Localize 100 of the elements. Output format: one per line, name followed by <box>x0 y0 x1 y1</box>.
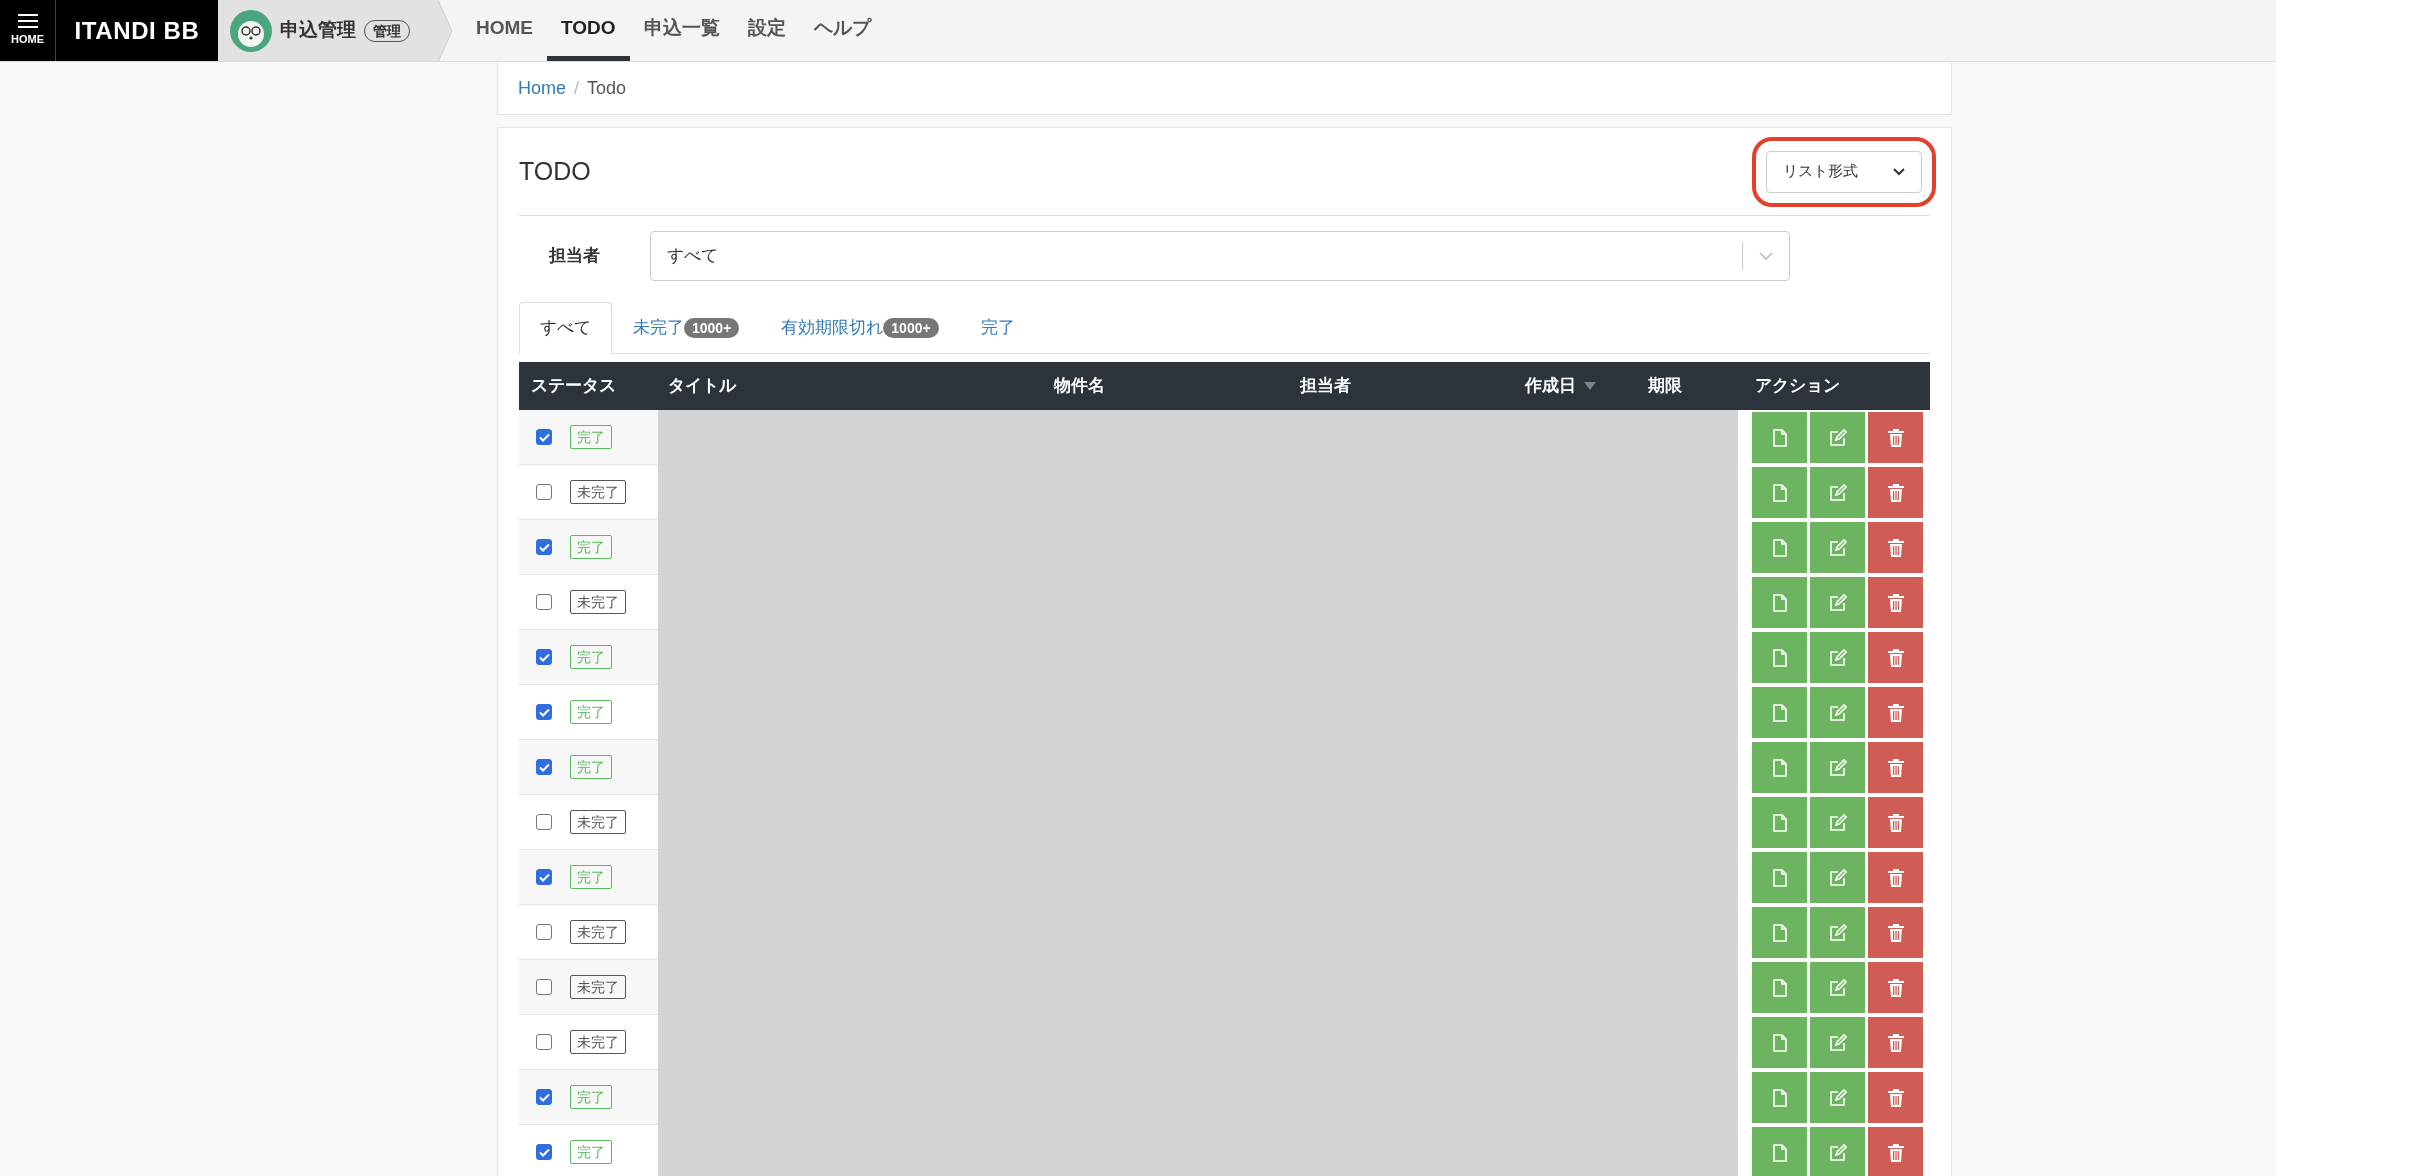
delete-button[interactable] <box>1868 852 1923 903</box>
row-checkbox[interactable] <box>536 649 552 665</box>
document-icon <box>1772 868 1787 887</box>
document-icon <box>1772 1143 1787 1162</box>
delete-button[interactable] <box>1868 742 1923 793</box>
breadcrumb-link[interactable]: Home <box>518 74 566 102</box>
row-checkbox[interactable] <box>536 704 552 720</box>
edit-button[interactable] <box>1810 632 1865 683</box>
edit-button[interactable] <box>1810 1072 1865 1123</box>
edit-button[interactable] <box>1810 412 1865 463</box>
edit-button[interactable] <box>1810 1127 1865 1176</box>
edit-button[interactable] <box>1810 852 1865 903</box>
chevron-down-icon <box>1759 252 1773 260</box>
edit-button[interactable] <box>1810 467 1865 518</box>
trash-icon <box>1887 648 1904 667</box>
column-header[interactable]: 作成日 <box>1525 373 1576 399</box>
view-button[interactable] <box>1752 852 1807 903</box>
row-checkbox[interactable] <box>536 484 552 500</box>
edit-button[interactable] <box>1810 522 1865 573</box>
row-checkbox[interactable] <box>536 1144 552 1160</box>
view-button[interactable] <box>1752 577 1807 628</box>
menu-button[interactable]: HOME <box>0 0 55 61</box>
row-checkbox[interactable] <box>536 814 552 830</box>
edit-button[interactable] <box>1810 1017 1865 1068</box>
edit-button[interactable] <box>1810 962 1865 1013</box>
checkmark-icon <box>538 872 550 882</box>
status-badge: 完了 <box>570 755 612 779</box>
delete-button[interactable] <box>1868 797 1923 848</box>
trash-icon <box>1887 593 1904 612</box>
assignee-select[interactable]: すべて <box>650 231 1790 281</box>
column-header: アクション <box>1755 375 1840 398</box>
nav-tab[interactable]: 設定 <box>733 0 800 61</box>
edit-icon <box>1828 428 1847 447</box>
view-button[interactable] <box>1752 907 1807 958</box>
view-button[interactable] <box>1752 632 1807 683</box>
filter-tab[interactable]: 有効期限切れ 1000+ <box>760 302 960 354</box>
edit-icon <box>1828 1143 1847 1162</box>
row-checkbox[interactable] <box>536 869 552 885</box>
view-button[interactable] <box>1752 1072 1807 1123</box>
document-icon <box>1772 538 1787 557</box>
delete-button[interactable] <box>1868 687 1923 738</box>
edit-button[interactable] <box>1810 742 1865 793</box>
row-checkbox[interactable] <box>536 1089 552 1105</box>
view-button[interactable] <box>1752 687 1807 738</box>
view-button[interactable] <box>1752 962 1807 1013</box>
view-button[interactable] <box>1752 467 1807 518</box>
edit-button[interactable] <box>1810 577 1865 628</box>
nav-tab[interactable]: 申込一覧 <box>629 0 734 61</box>
status-badge: 完了 <box>570 1140 612 1164</box>
checkmark-icon <box>538 1147 550 1157</box>
delete-button[interactable] <box>1868 1072 1923 1123</box>
column-header: ステータス <box>531 375 616 398</box>
delete-button[interactable] <box>1868 577 1923 628</box>
filter-tab[interactable]: 完了 <box>959 302 1036 354</box>
filter-tab[interactable]: 未完了 1000+ <box>612 302 761 354</box>
row-checkbox[interactable] <box>536 924 552 940</box>
row-checkbox[interactable] <box>536 429 552 445</box>
view-button[interactable] <box>1752 1017 1807 1068</box>
status-badge: 完了 <box>570 425 612 449</box>
trash-icon <box>1887 978 1904 997</box>
view-select[interactable]: リスト形式 <box>1766 150 1922 193</box>
row-checkbox[interactable] <box>536 1034 552 1050</box>
document-icon <box>1772 648 1787 667</box>
view-button[interactable] <box>1752 522 1807 573</box>
edit-button[interactable] <box>1810 797 1865 848</box>
delete-button[interactable] <box>1868 467 1923 518</box>
row-checkbox[interactable] <box>536 979 552 995</box>
delete-button[interactable] <box>1868 632 1923 683</box>
status-badge: 完了 <box>570 700 612 724</box>
delete-button[interactable] <box>1868 412 1923 463</box>
row-checkbox[interactable] <box>536 594 552 610</box>
logo[interactable]: ITANDI BB <box>55 0 218 61</box>
panel-title: TODO <box>519 155 591 187</box>
row-checkbox[interactable] <box>536 539 552 555</box>
nav-tab[interactable]: HOME <box>462 0 547 61</box>
edit-icon <box>1828 703 1847 722</box>
delete-button[interactable] <box>1868 907 1923 958</box>
nav-tab[interactable]: ヘルプ <box>799 0 885 61</box>
edit-icon <box>1828 978 1847 997</box>
view-button[interactable] <box>1752 1127 1807 1176</box>
delete-button[interactable] <box>1868 962 1923 1013</box>
edit-button[interactable] <box>1810 907 1865 958</box>
delete-button[interactable] <box>1868 522 1923 573</box>
trash-icon <box>1887 1088 1904 1107</box>
view-button[interactable] <box>1752 797 1807 848</box>
trash-icon <box>1887 1033 1904 1052</box>
menu-icon <box>17 13 38 30</box>
column-header: 物件名 <box>1054 375 1105 398</box>
status-badge: 完了 <box>570 1085 612 1109</box>
edit-button[interactable] <box>1810 687 1865 738</box>
filter-tab[interactable]: すべて <box>519 302 612 354</box>
delete-button[interactable] <box>1868 1127 1923 1176</box>
trash-icon <box>1887 483 1904 502</box>
view-button[interactable] <box>1752 412 1807 463</box>
delete-button[interactable] <box>1868 1017 1923 1068</box>
column-header: 期限 <box>1648 375 1682 398</box>
view-button[interactable] <box>1752 742 1807 793</box>
app-name: 申込管理 <box>280 18 356 43</box>
status-badge: 完了 <box>570 645 612 669</box>
row-checkbox[interactable] <box>536 759 552 775</box>
